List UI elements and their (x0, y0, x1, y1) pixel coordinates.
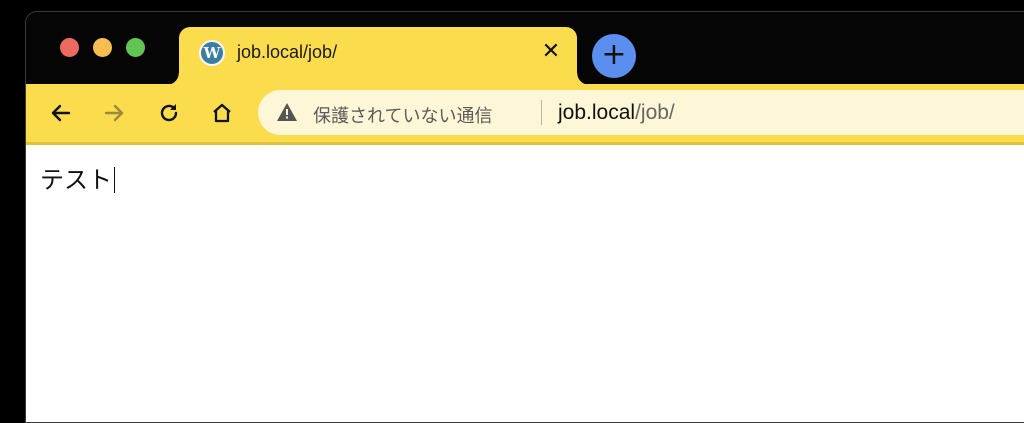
page-content[interactable]: テスト (26, 145, 1024, 422)
arrow-right-icon (104, 104, 124, 122)
zoom-window-button[interactable] (126, 38, 145, 57)
arrow-left-icon (51, 104, 71, 122)
url-host: job.local (558, 101, 636, 124)
new-tab-button[interactable]: + (592, 34, 636, 78)
close-window-button[interactable] (60, 38, 79, 57)
browser-window: W job.local/job/ ✕ + 保護されていない通信 job.loca… (25, 11, 1024, 423)
url-text[interactable]: job.local/job/ (558, 101, 675, 125)
warning-icon[interactable] (276, 102, 298, 122)
page-text-value: テスト (40, 166, 112, 194)
reload-icon (160, 104, 178, 122)
page-text[interactable]: テスト (40, 160, 115, 195)
home-icon (213, 103, 231, 123)
reload-button[interactable] (152, 96, 186, 130)
wordpress-icon: W (199, 40, 225, 66)
home-button[interactable] (205, 96, 239, 130)
tab-title: job.local/job/ (237, 42, 338, 62)
tab-strip: W job.local/job/ ✕ + (26, 12, 1024, 85)
security-status-text[interactable]: 保護されていない通信 (313, 102, 492, 128)
minimize-window-button[interactable] (93, 38, 112, 57)
back-button[interactable] (44, 96, 78, 130)
toolbar: 保護されていない通信 job.local/job/ (26, 84, 1024, 142)
url-path: /job/ (635, 101, 675, 124)
forward-button[interactable] (97, 96, 131, 130)
close-tab-button[interactable]: ✕ (539, 39, 563, 65)
address-bar[interactable]: 保護されていない通信 job.local/job/ (258, 90, 1024, 135)
tab-active[interactable]: W job.local/job/ ✕ (167, 27, 589, 85)
text-caret (114, 167, 115, 193)
omnibox-divider (541, 100, 542, 125)
